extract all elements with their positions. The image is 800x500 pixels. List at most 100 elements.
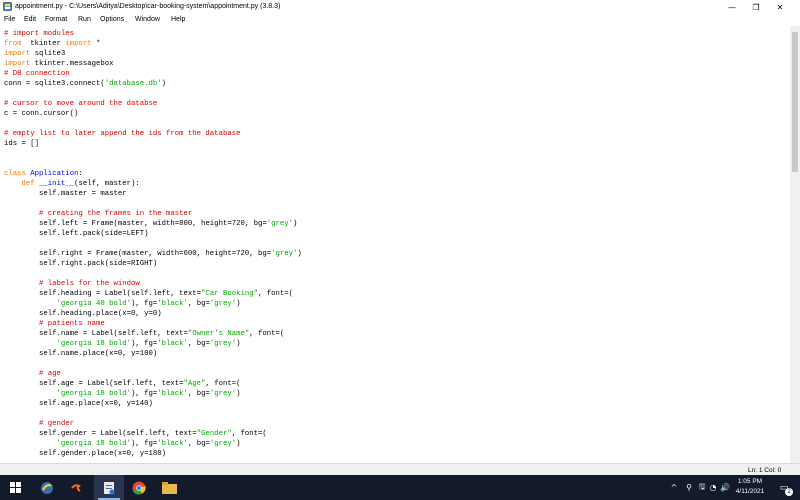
code-token: self.gender = Label(self.left, text= bbox=[4, 430, 197, 438]
code-line: self.master = master bbox=[4, 189, 127, 199]
code-line: self.left.pack(side=LEFT) bbox=[4, 229, 149, 239]
code-line: self.age.place(x=0, y=140) bbox=[4, 399, 153, 409]
code-token: self.name.place(x=0, y=100) bbox=[4, 350, 158, 358]
code-token: ) bbox=[236, 390, 241, 398]
start-button[interactable] bbox=[0, 475, 30, 500]
minimize-button[interactable]: — bbox=[720, 0, 744, 14]
code-token: ), fg= bbox=[131, 390, 158, 398]
code-line: c = conn.cursor() bbox=[4, 109, 78, 119]
fire-icon bbox=[71, 483, 81, 492]
taskbar-python-app[interactable] bbox=[32, 475, 62, 500]
code-token: c = conn.cursor() bbox=[4, 110, 79, 118]
menu-format[interactable]: Format bbox=[45, 14, 67, 26]
code-line: self.name.place(x=0, y=100) bbox=[4, 349, 157, 359]
code-line: # creating the frames in the master bbox=[4, 209, 192, 219]
tray-chevron-icon[interactable]: ^ bbox=[668, 475, 680, 500]
code-token: 'database.db' bbox=[104, 80, 162, 88]
code-token: import bbox=[65, 40, 92, 48]
menu-options[interactable]: Options bbox=[100, 14, 124, 26]
code-line: # import modules bbox=[4, 29, 74, 39]
menu-edit[interactable]: Edit bbox=[24, 14, 36, 26]
code-token: 'grey' bbox=[271, 250, 298, 258]
code-line: 'georgia 18 bold'), fg='black', bg='grey… bbox=[4, 439, 241, 449]
notification-count-badge: 2 bbox=[785, 488, 793, 496]
code-token: self.master = master bbox=[4, 190, 127, 198]
window-title: appointment.py - C:\Users\Aditya\Desktop… bbox=[15, 3, 281, 10]
code-line: # empty list to later append the ids fro… bbox=[4, 129, 240, 139]
code-token: 'grey' bbox=[209, 340, 237, 348]
maximize-button[interactable]: ❐ bbox=[744, 0, 768, 14]
code-line: 'georgia 40 bold'), fg='black', bg='grey… bbox=[4, 299, 241, 309]
code-token: , font=( bbox=[249, 330, 285, 338]
code-token: (self, master): bbox=[74, 180, 140, 188]
network-status-icon[interactable]: ⚲ bbox=[683, 475, 695, 500]
code-token: import bbox=[4, 50, 31, 58]
code-token: 'georgia 18 bold' bbox=[56, 440, 131, 448]
code-token: , bg= bbox=[187, 340, 210, 348]
code-line: import tkinter.messagebox bbox=[4, 59, 113, 69]
code-line: self.age = Label(self.left, text="Age", … bbox=[4, 379, 240, 389]
code-editor[interactable]: # import modules from tkinter import * imp… bbox=[0, 26, 790, 463]
code-line: import sqlite3 bbox=[4, 49, 65, 59]
code-token: ) bbox=[293, 220, 298, 228]
code-line: self.heading.place(x=0, y=0) bbox=[4, 309, 162, 319]
code-line: # age bbox=[4, 369, 61, 379]
code-token: self.heading.place(x=0, y=0) bbox=[4, 310, 162, 318]
taskbar-git-app[interactable] bbox=[62, 475, 92, 500]
code-token: self.gender.place(x=0, y=180) bbox=[4, 450, 167, 458]
scrollbar-thumb[interactable] bbox=[792, 32, 798, 172]
menu-run[interactable]: Run bbox=[78, 14, 91, 26]
code-token: ) bbox=[297, 250, 302, 258]
code-token: def bbox=[21, 180, 35, 188]
code-token: ), fg= bbox=[131, 340, 158, 348]
title-bar[interactable]: appointment.py - C:\Users\Aditya\Desktop… bbox=[0, 0, 800, 14]
code-line: ids = [] bbox=[4, 139, 39, 149]
code-token: ) bbox=[236, 440, 241, 448]
code-line: self.right.pack(side=RIGHT) bbox=[4, 259, 157, 269]
code-token: "Owner's Name" bbox=[187, 330, 250, 338]
code-token: , bg= bbox=[187, 300, 210, 308]
code-line: def __init__(self, master): bbox=[4, 179, 140, 189]
code-line: class Application: bbox=[4, 169, 83, 179]
vertical-scrollbar[interactable] bbox=[790, 26, 800, 463]
code-token: * bbox=[91, 40, 101, 48]
taskbar: ^ ⚲ 🖫 ◔ 🔊 1:05 PM 4/11/2021 ▭ 2 bbox=[0, 475, 800, 500]
code-token: "Gender" bbox=[196, 430, 232, 438]
taskbar-clock[interactable]: 1:05 PM 4/11/2021 bbox=[730, 477, 770, 497]
menu-window[interactable]: Window bbox=[135, 14, 160, 26]
code-token: , bg= bbox=[187, 440, 210, 448]
code-line: 'georgia 18 bold'), fg='black', bg='grey… bbox=[4, 339, 241, 349]
code-token: __init__ bbox=[39, 180, 75, 188]
menu-help[interactable]: Help bbox=[171, 14, 185, 26]
code-token: from bbox=[4, 40, 22, 48]
taskbar-chrome-app[interactable] bbox=[124, 475, 154, 500]
code-token: , font=( bbox=[231, 430, 267, 438]
code-line: self.heading = Label(self.left, text="Ca… bbox=[4, 289, 293, 299]
code-token: 'grey' bbox=[209, 390, 237, 398]
menu-file[interactable]: File bbox=[4, 14, 15, 26]
wifi-icon[interactable]: ◔ bbox=[707, 475, 719, 500]
taskbar-file-explorer[interactable] bbox=[154, 475, 184, 500]
close-button[interactable]: ✕ bbox=[768, 0, 792, 14]
code-token: 'georgia 18 bold' bbox=[56, 340, 131, 348]
code-line: from tkinter import * bbox=[4, 39, 100, 49]
code-token: ), fg= bbox=[131, 300, 158, 308]
code-token: # DB connection bbox=[4, 70, 70, 78]
taskbar-idle-app[interactable] bbox=[94, 475, 124, 500]
folder-icon bbox=[161, 481, 177, 494]
code-token: self.heading = Label(self.left, text= bbox=[4, 290, 202, 298]
code-token: self.age.place(x=0, y=140) bbox=[4, 400, 153, 408]
code-token: # age bbox=[39, 370, 61, 378]
code-token: ) bbox=[236, 300, 241, 308]
code-line: # DB connection bbox=[4, 69, 70, 79]
code-token: # empty list to later append the ids fro… bbox=[4, 130, 241, 138]
python-icon bbox=[41, 481, 53, 494]
code-line: # gender bbox=[4, 419, 74, 429]
code-line: self.name = Label(self.left, text="Owner… bbox=[4, 329, 284, 339]
